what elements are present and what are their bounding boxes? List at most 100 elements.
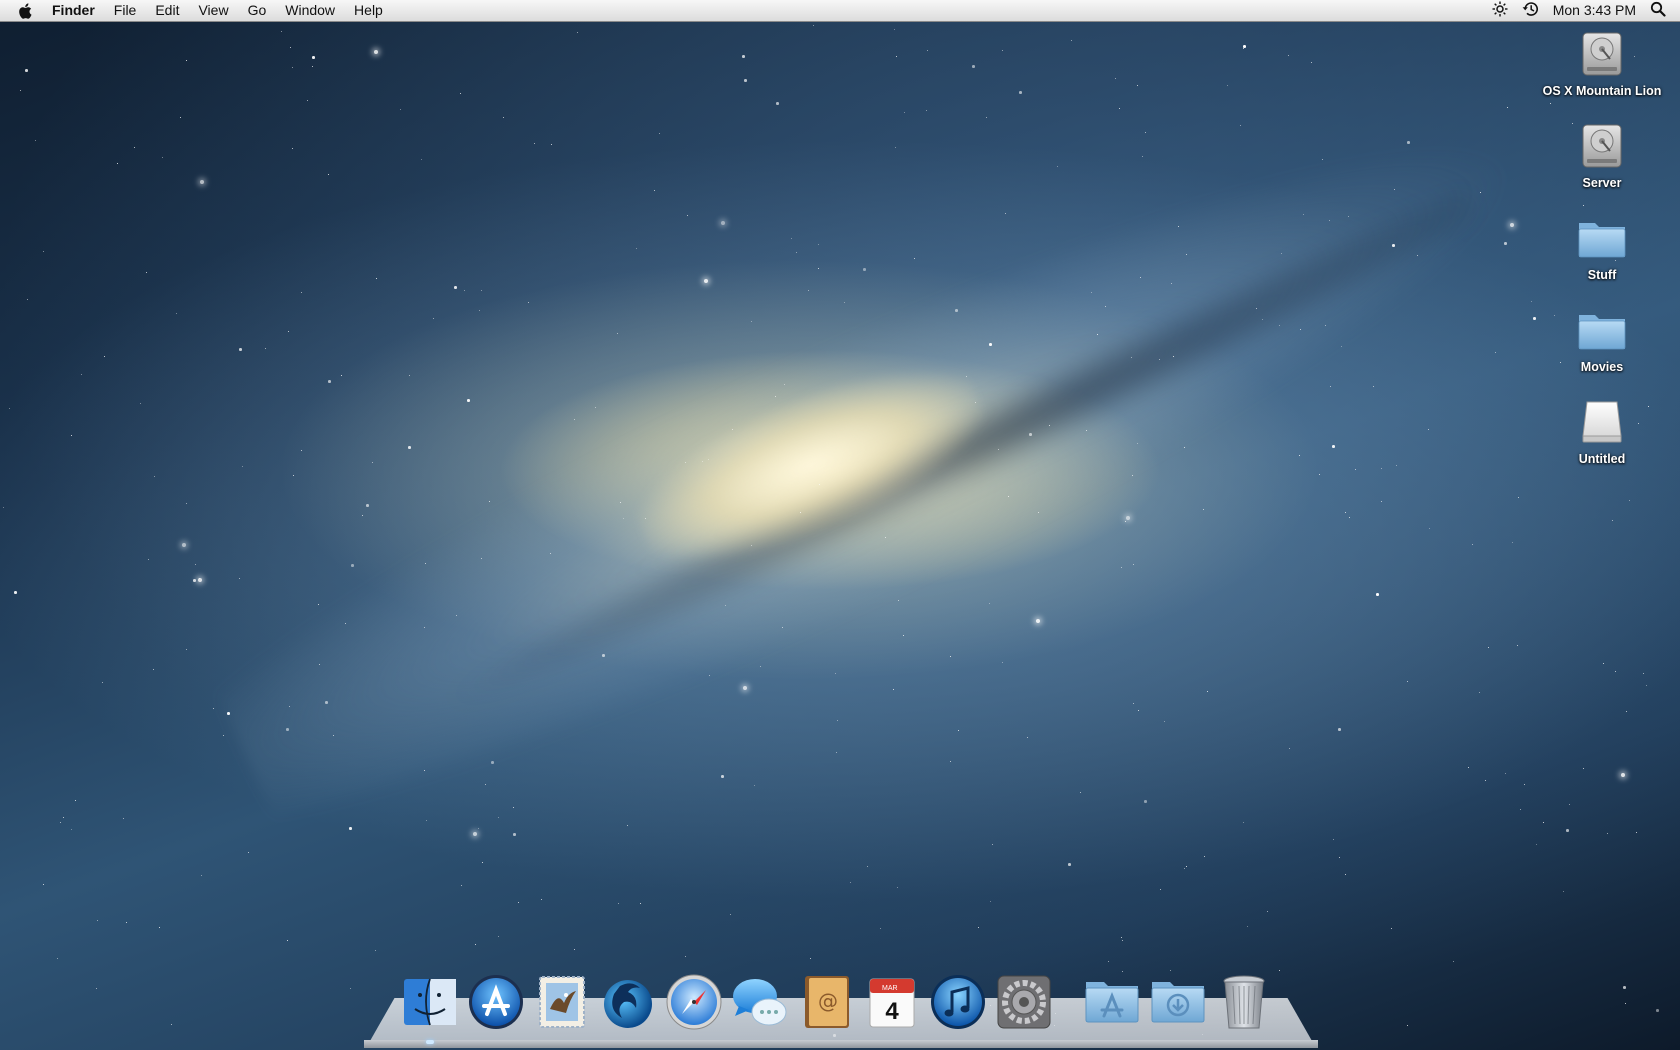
star [1349, 517, 1351, 519]
star [1381, 501, 1383, 503]
star [1504, 242, 1507, 245]
star [1656, 1009, 1659, 1012]
star [193, 579, 196, 582]
dock-system-preferences[interactable] [992, 970, 1056, 1034]
star [1160, 889, 1162, 891]
star [1121, 567, 1123, 569]
dock-app-store[interactable] [464, 970, 528, 1034]
star [897, 887, 899, 889]
star [904, 112, 906, 114]
star [102, 682, 104, 684]
menu-file[interactable]: File [114, 0, 137, 21]
menu-edit[interactable]: Edit [155, 0, 179, 21]
menu-window[interactable]: Window [285, 0, 335, 21]
menu-help[interactable]: Help [354, 0, 383, 21]
star [654, 190, 656, 192]
dock-applications-stack[interactable] [1080, 970, 1144, 1034]
star [574, 419, 576, 421]
star [903, 635, 905, 637]
star [1376, 593, 1379, 596]
star [117, 163, 119, 165]
desktop-icon-movies[interactable]: Movies [1537, 304, 1667, 374]
dock-mission-control[interactable] [596, 970, 660, 1034]
star [498, 817, 500, 819]
star [171, 1024, 173, 1026]
dock-mail[interactable] [530, 970, 594, 1034]
star [1126, 516, 1130, 520]
desktop-wallpaper[interactable]: Finder File Edit View Go Window Help Mon… [0, 0, 1680, 1050]
star [992, 844, 994, 846]
star [325, 701, 328, 704]
desktop-icon-label: Stuff [1587, 268, 1617, 282]
star [1643, 673, 1645, 675]
dock-messages[interactable] [728, 970, 792, 1034]
star [1184, 868, 1186, 870]
star [293, 475, 295, 477]
star [467, 399, 470, 402]
star [1355, 469, 1357, 471]
calendar-icon: MAR 4 [869, 978, 915, 1028]
star [1625, 1003, 1627, 1005]
star [1071, 40, 1073, 42]
desktop-icon-stuff[interactable]: Stuff [1537, 212, 1667, 282]
spotlight-icon[interactable] [1650, 1, 1666, 20]
star [1137, 85, 1139, 87]
menu-go[interactable]: Go [248, 0, 267, 21]
star [176, 313, 178, 315]
app-store-icon [469, 975, 523, 1029]
star [159, 927, 161, 929]
star [627, 825, 629, 827]
dock-safari[interactable] [662, 970, 726, 1034]
menu-clock[interactable]: Mon 3:43 PM [1553, 0, 1636, 21]
star [1345, 874, 1347, 876]
star [1391, 928, 1393, 930]
star [180, 117, 182, 119]
star [1002, 50, 1004, 52]
star [123, 818, 125, 820]
star [281, 31, 283, 33]
star [972, 65, 975, 68]
dock-finder[interactable] [398, 970, 462, 1034]
desktop-icon-os-x-mountain-lion[interactable]: OS X Mountain Lion [1537, 28, 1667, 98]
star [955, 309, 958, 312]
star [1533, 317, 1536, 320]
hard-drive-icon [1574, 120, 1630, 172]
dock-downloads-stack[interactable] [1146, 970, 1210, 1034]
time-machine-icon[interactable] [1522, 1, 1539, 20]
star [810, 958, 812, 960]
star [400, 109, 402, 111]
star [200, 180, 204, 184]
star [71, 829, 73, 831]
star [1531, 301, 1533, 303]
star [186, 649, 188, 651]
apple-menu-icon[interactable] [18, 2, 34, 20]
star [513, 807, 515, 809]
star [491, 761, 494, 764]
dock-itunes[interactable] [926, 970, 990, 1034]
star [1288, 55, 1290, 57]
star [1495, 352, 1497, 354]
star [1122, 940, 1124, 942]
star [328, 174, 330, 176]
desktop-icon-untitled[interactable]: Untitled [1537, 396, 1667, 466]
star [1133, 703, 1135, 705]
star [409, 375, 411, 377]
desktop-icon-server[interactable]: Server [1537, 120, 1667, 190]
menu-view[interactable]: View [198, 0, 228, 21]
dock-contacts[interactable]: @ [794, 970, 858, 1034]
star [1621, 773, 1625, 777]
star [134, 147, 136, 149]
star [1029, 433, 1032, 436]
star [595, 407, 597, 409]
star [248, 852, 250, 854]
brightness-icon[interactable] [1492, 1, 1508, 20]
star [96, 988, 98, 990]
star [791, 238, 793, 240]
dock-trash[interactable] [1212, 970, 1276, 1034]
menu-app-finder[interactable]: Finder [52, 0, 95, 21]
star [292, 148, 294, 150]
star [312, 66, 314, 68]
star [372, 462, 374, 464]
dock-calendar[interactable]: MAR 4 [860, 970, 924, 1034]
desktop-icon-label: Server [1582, 176, 1622, 190]
